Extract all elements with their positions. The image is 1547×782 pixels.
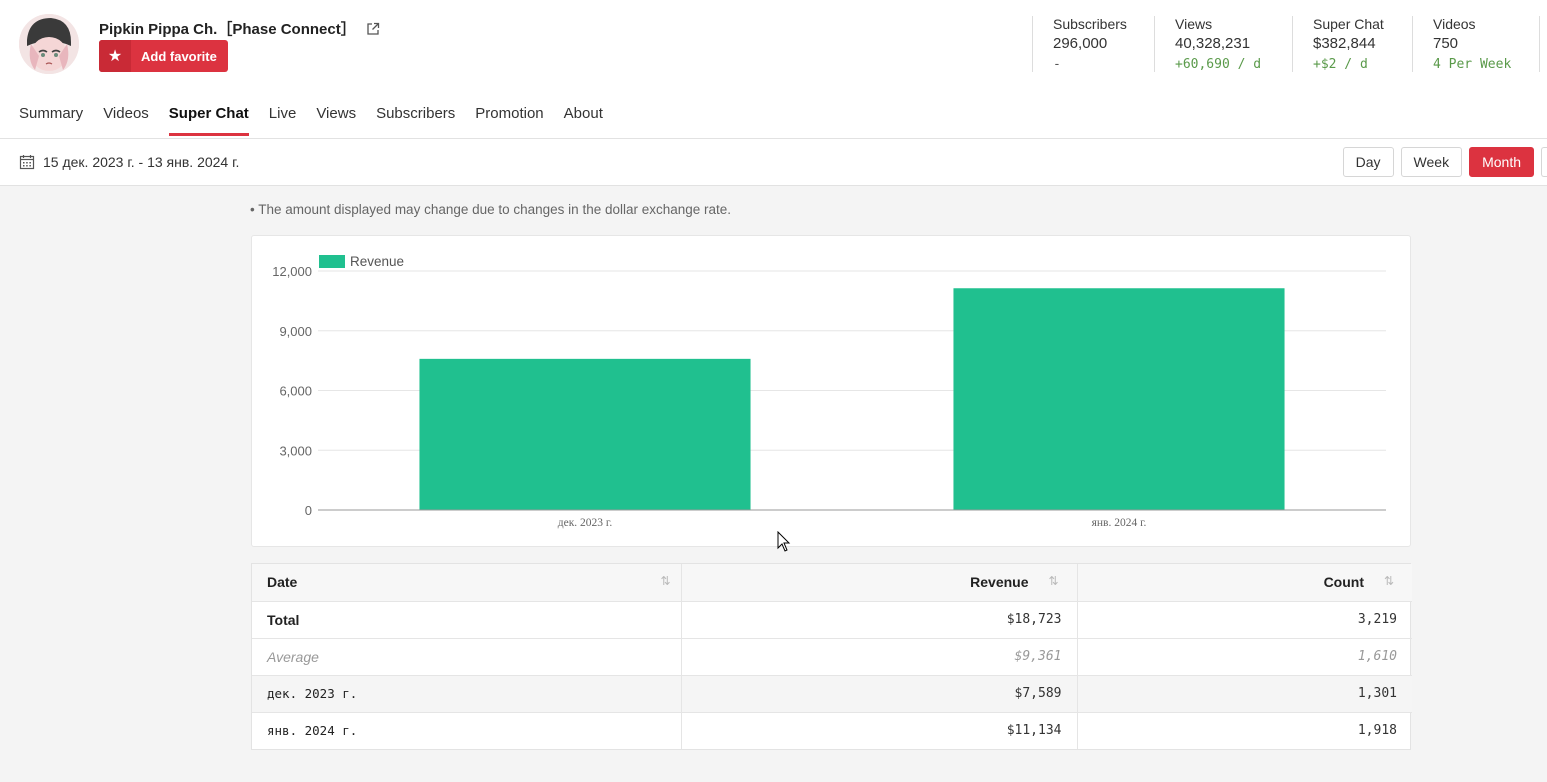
table-row-total: Total $18,723 3,219: [252, 601, 1412, 639]
table-row-average: Average $9,361 1,610: [252, 638, 1412, 676]
revenue-chart: 0 3,000 6,000 9,000 12,000 дек. 2023 г. янв. 2…: [251, 235, 1411, 547]
exchange-rate-note: • The amount displayed may change due to…: [250, 202, 732, 217]
cell-revenue: $18,723: [681, 601, 1078, 639]
add-favorite-button[interactable]: ★ Add favorite: [99, 40, 228, 72]
stat-label: Subscribers: [1053, 16, 1127, 32]
y-tick-label: 0: [305, 503, 312, 518]
avatar-image: [19, 14, 79, 74]
table-row: янв. 2024 г. $11,134 1,918: [252, 712, 1412, 749]
cell-revenue: $9,361: [681, 638, 1078, 676]
column-header-label: Date: [267, 574, 298, 591]
date-toolbar: 15 дек. 2023 г. - 13 янв. 2024 г. Day We…: [0, 139, 1547, 186]
calendar-icon: [19, 155, 35, 170]
stat-super-chat: Super Chat $382,844 +$2 / d: [1292, 16, 1412, 72]
tab-live[interactable]: Live: [269, 105, 297, 134]
column-header-revenue[interactable]: Revenue ⇅: [681, 564, 1078, 602]
stat-delta: +$2 / d: [1313, 57, 1368, 72]
period-selector: Day Week Month: [1342, 147, 1547, 177]
cell-count: 1,610: [1077, 638, 1412, 676]
channel-title: Pipkin Pippa Ch.［Phase Connect］: [99, 18, 380, 39]
channel-avatar[interactable]: [19, 14, 79, 74]
cell-date: янв. 2024 г.: [252, 712, 682, 749]
column-header-label: Revenue: [970, 574, 1029, 591]
cell-count: 1,301: [1077, 675, 1412, 713]
column-header-count[interactable]: Count ⇅: [1077, 564, 1412, 602]
column-header-date[interactable]: Date ⇅: [252, 564, 682, 602]
tab-videos[interactable]: Videos: [103, 105, 149, 134]
tab-summary[interactable]: Summary: [19, 105, 83, 134]
legend-label: Revenue: [350, 254, 404, 269]
cell-date: дек. 2023 г.: [252, 675, 682, 713]
mouse-cursor-icon: [777, 531, 791, 552]
y-tick-label: 6,000: [279, 384, 312, 399]
star-icon: ★: [99, 40, 131, 72]
channel-name[interactable]: Pipkin Pippa Ch.［Phase Connect］: [99, 18, 356, 39]
table-row: дек. 2023 г. $7,589 1,301: [252, 675, 1412, 713]
stat-delta: -: [1053, 57, 1061, 72]
stat-label: Super Chat: [1313, 16, 1384, 32]
super-chat-table: Date ⇅ Revenue ⇅ Count ⇅ Total $18,723 3,21…: [251, 563, 1412, 750]
cell-date: Total: [252, 601, 682, 639]
tab-subscribers[interactable]: Subscribers: [376, 105, 455, 134]
stat-label: Views: [1175, 16, 1213, 32]
stat-delta: +60,690 / d: [1175, 57, 1262, 72]
cell-count: 3,219: [1077, 601, 1412, 639]
add-favorite-label: Add favorite: [141, 48, 217, 64]
bar: [419, 358, 751, 510]
date-range-label: 15 дек. 2023 г. - 13 янв. 2024 г.: [43, 154, 240, 170]
legend-swatch: [319, 255, 345, 268]
y-tick-label: 3,000: [279, 443, 312, 458]
revenue-chart-svg: 0 3,000 6,000 9,000 12,000 дек. 2023 г. янв. 2…: [272, 254, 1386, 529]
stat-value: 296,000: [1053, 35, 1108, 52]
y-tick-label: 9,000: [279, 324, 312, 339]
sort-arrows-icon[interactable]: ⇅: [1384, 574, 1394, 588]
stat-value: 40,328,231: [1175, 35, 1251, 52]
x-tick-label: янв. 2024 г.: [1092, 517, 1147, 529]
tab-views[interactable]: Views: [316, 105, 356, 134]
period-day-button[interactable]: Day: [1342, 147, 1394, 177]
channel-tabs: Summary Videos Super Chat Live Views Sub…: [19, 105, 603, 136]
tab-promotion[interactable]: Promotion: [475, 105, 543, 134]
bar: [953, 288, 1285, 510]
stat-videos: Videos 750 4 Per Week: [1412, 16, 1540, 72]
stat-value: $382,844: [1313, 35, 1376, 52]
external-link-icon[interactable]: [366, 22, 380, 36]
tab-super-chat[interactable]: Super Chat: [168, 105, 249, 136]
stat-views: Views 40,328,231 +60,690 / d: [1154, 16, 1292, 72]
stat-delta: 4 Per Week: [1433, 57, 1512, 72]
sort-arrows-icon[interactable]: ⇅: [660, 574, 670, 588]
stat-subscribers: Subscribers 296,000 -: [1032, 16, 1154, 72]
column-header-label: Count: [1323, 574, 1364, 591]
x-tick-label: дек. 2023 г.: [558, 517, 613, 529]
sort-arrows-icon[interactable]: ⇅: [1048, 574, 1058, 588]
period-more-button[interactable]: [1541, 147, 1547, 177]
y-tick-label: 12,000: [272, 264, 312, 279]
channel-stats: Subscribers 296,000 - Views 40,328,231 +…: [1032, 16, 1540, 72]
cell-revenue: $11,134: [681, 712, 1078, 749]
period-week-button[interactable]: Week: [1400, 147, 1463, 177]
cell-date: Average: [252, 638, 682, 676]
cell-count: 1,918: [1357, 723, 1397, 739]
stat-value: 750: [1433, 35, 1459, 52]
date-range-picker[interactable]: 15 дек. 2023 г. - 13 янв. 2024 г.: [19, 154, 239, 170]
table-header-row: Date ⇅ Revenue ⇅ Count ⇅: [252, 564, 1412, 602]
period-month-button[interactable]: Month: [1469, 147, 1534, 177]
channel-header: Pipkin Pippa Ch.［Phase Connect］ ★ Add fa…: [0, 0, 1547, 139]
cell-revenue: $7,589: [681, 675, 1078, 713]
stat-label: Videos: [1433, 16, 1476, 32]
tab-about[interactable]: About: [564, 105, 603, 134]
